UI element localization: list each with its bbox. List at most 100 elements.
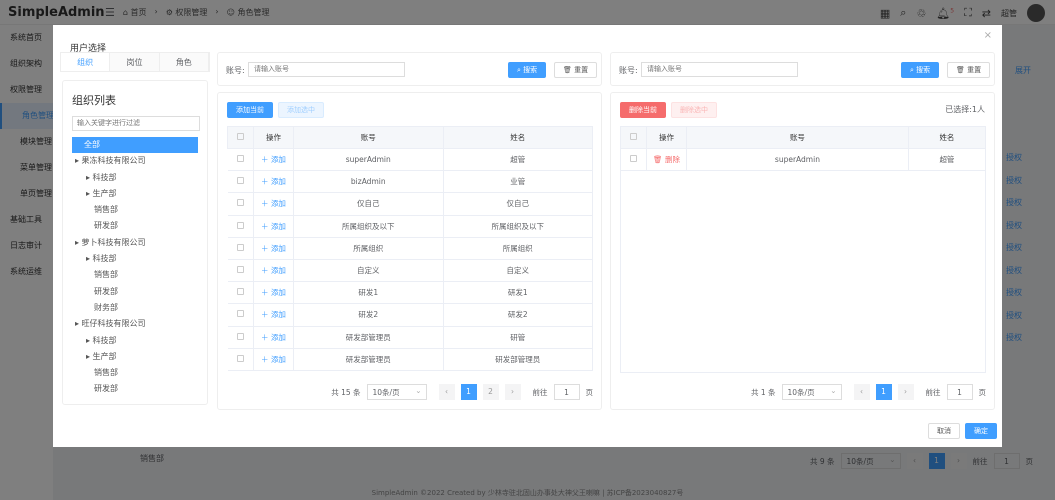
tree-node[interactable]: 财务部 <box>72 300 198 316</box>
org-panel: 组织列表 全部▸ 果冻科技有限公司▸ 科技部▸ 生产部销售部研发部▸ 萝卜科技有… <box>62 80 208 405</box>
row-checkbox[interactable] <box>236 332 244 340</box>
search-button[interactable]: ⌕ 搜索 <box>901 62 940 78</box>
tree-node[interactable]: 销售部 <box>72 202 198 218</box>
select-all-checkbox[interactable] <box>237 133 244 140</box>
select-all-checkbox[interactable] <box>630 133 637 140</box>
row-add-action[interactable]: ＋ 添加 <box>253 215 294 238</box>
table-row: ＋ 添加 研发2 研发2 <box>227 303 593 327</box>
tree-node[interactable]: ▸ 果冻科技有限公司 <box>72 153 198 169</box>
goto-input[interactable]: 1 <box>553 384 580 400</box>
tree-node[interactable]: ▸ 生产部 <box>72 349 198 365</box>
row-checkbox[interactable] <box>236 310 244 318</box>
page-unit: 页 <box>978 387 987 397</box>
page-size-select[interactable]: 10条/页 <box>781 383 842 400</box>
row-checkbox[interactable] <box>236 221 244 229</box>
row-checkbox[interactable] <box>236 288 244 296</box>
tab-position[interactable]: 岗位 <box>110 53 160 71</box>
row-add-action[interactable]: ＋ 添加 <box>253 170 294 194</box>
next-button[interactable]: › <box>504 384 521 400</box>
row-add-action[interactable]: ＋ 添加 <box>253 259 294 283</box>
page-button[interactable]: 1 <box>460 384 477 400</box>
page-size-select[interactable]: 10条/页 <box>366 383 427 400</box>
left-table-card: 添加当前 添加选中 操作 账号 姓名 ＋ 添加 superAdmin 超管＋ 添加 biz… <box>217 92 602 410</box>
account-input[interactable] <box>248 62 405 77</box>
goto-label: 前往 <box>532 387 548 397</box>
row-add-action[interactable]: ＋ 添加 <box>253 192 294 216</box>
row-add-action[interactable]: ＋ 添加 <box>253 281 294 305</box>
org-filter-input[interactable] <box>72 116 200 131</box>
cell-name: 业管 <box>443 170 593 194</box>
reset-button[interactable]: 🗑︎ 重置 <box>947 62 991 78</box>
row-checkbox[interactable] <box>236 155 244 163</box>
row-add-action[interactable]: ＋ 添加 <box>253 303 294 327</box>
add-page-button[interactable]: 添加当前 <box>227 102 273 118</box>
table-row: ＋ 添加 仅自己 仅自己 <box>227 192 593 216</box>
tree-node[interactable]: 销售部 <box>72 267 198 283</box>
row-checkbox[interactable] <box>236 354 244 362</box>
tabs: 组织 岗位 角色 <box>60 52 210 72</box>
cell-account: 自定义 <box>293 259 444 283</box>
next-button[interactable]: › <box>897 384 914 400</box>
col-action: 操作 <box>253 126 294 149</box>
confirm-button[interactable]: 确定 <box>965 423 997 439</box>
row-add-action[interactable]: ＋ 添加 <box>253 326 294 349</box>
delete-selected-button[interactable]: 删除选中 <box>671 102 717 118</box>
row-checkbox[interactable] <box>236 243 244 251</box>
table-row: ＋ 添加 研发部管理员 研管 <box>227 326 593 349</box>
right-search-card: 账号: ⌕ 搜索 🗑︎ 重置 <box>610 52 995 86</box>
cell-account: superAdmin <box>293 148 444 172</box>
add-selected-button[interactable]: 添加选中 <box>278 102 324 118</box>
tree-node[interactable]: ▸ 科技部 <box>72 251 198 267</box>
prev-button[interactable]: ‹ <box>853 384 870 400</box>
tab-role[interactable]: 角色 <box>159 53 209 71</box>
table-row: ＋ 添加 所属组织 所属组织 <box>227 237 593 260</box>
cell-account: 研发2 <box>293 303 444 327</box>
tree-node[interactable]: 销售部 <box>72 365 198 381</box>
tree-node[interactable]: 研发部 <box>72 381 198 397</box>
cell-name: 超管 <box>443 148 593 172</box>
tree-node[interactable]: ▸ 萝卜科技有限公司 <box>72 235 198 251</box>
cancel-button[interactable]: 取消 <box>928 423 960 439</box>
reset-button[interactable]: 🗑︎ 重置 <box>554 62 598 78</box>
close-icon[interactable]: × <box>984 30 992 41</box>
cell-name: 仅自己 <box>443 192 593 216</box>
page-button[interactable]: 2 <box>482 384 499 400</box>
table-row: ＋ 添加 自定义 自定义 <box>227 259 593 283</box>
row-add-action[interactable]: ＋ 添加 <box>253 348 294 371</box>
cell-account: 研发1 <box>293 281 444 305</box>
cell-name: 所属组织 <box>443 237 593 260</box>
tree-node[interactable]: ▸ 旺仔科技有限公司 <box>72 316 198 332</box>
user-select-dialog: 用户选择 × 组织 岗位 角色 组织列表 全部▸ 果冻科技有限公司▸ 科技部▸ … <box>53 25 1002 447</box>
tree-node[interactable]: ▸ 科技部 <box>72 170 198 186</box>
cell-account: 仅自己 <box>293 192 444 216</box>
col-action: 操作 <box>646 126 687 149</box>
cell-account: 研发部管理员 <box>293 326 444 349</box>
row-checkbox[interactable] <box>236 177 244 185</box>
table-row: ＋ 添加 superAdmin 超管 <box>227 148 593 172</box>
row-add-action[interactable]: ＋ 添加 <box>253 148 294 172</box>
tree-node[interactable]: 研发部 <box>72 284 198 300</box>
col-account: 账号 <box>293 126 444 149</box>
search-button[interactable]: ⌕ 搜索 <box>508 62 547 78</box>
row-checkbox[interactable] <box>236 266 244 274</box>
row-checkbox[interactable] <box>236 199 244 207</box>
table-row: ＋ 添加 研发部管理员 研发部管理员 <box>227 348 593 371</box>
col-name: 姓名 <box>907 126 987 149</box>
prev-button[interactable]: ‹ <box>438 384 455 400</box>
tab-org[interactable]: 组织 <box>61 53 111 71</box>
candidate-table: 操作 账号 姓名 ＋ 添加 superAdmin 超管＋ 添加 bizAdmin 业管＋ 添… <box>227 126 593 371</box>
row-add-action[interactable]: ＋ 添加 <box>253 237 294 260</box>
tree-node[interactable]: 研发部 <box>72 218 198 234</box>
page-unit: 页 <box>585 387 594 397</box>
account-input[interactable] <box>641 62 798 77</box>
tree-node[interactable]: ▸ 生产部 <box>72 186 198 202</box>
cell-account: 所属组织及以下 <box>293 215 444 238</box>
tree-node[interactable]: 全部 <box>72 137 198 154</box>
cell-name: 所属组织及以下 <box>443 215 593 238</box>
tree-node[interactable]: ▸ 科技部 <box>72 333 198 349</box>
delete-page-button[interactable]: 删除当前 <box>620 102 666 118</box>
page-button[interactable]: 1 <box>875 384 892 400</box>
right-table-card: 删除当前 删除选中 已选择:1人 操作 账号 姓名 🗑︎ 删除 superAdmin 超… <box>610 92 995 410</box>
goto-input[interactable]: 1 <box>946 384 973 400</box>
cell-name: 研发1 <box>443 281 593 305</box>
